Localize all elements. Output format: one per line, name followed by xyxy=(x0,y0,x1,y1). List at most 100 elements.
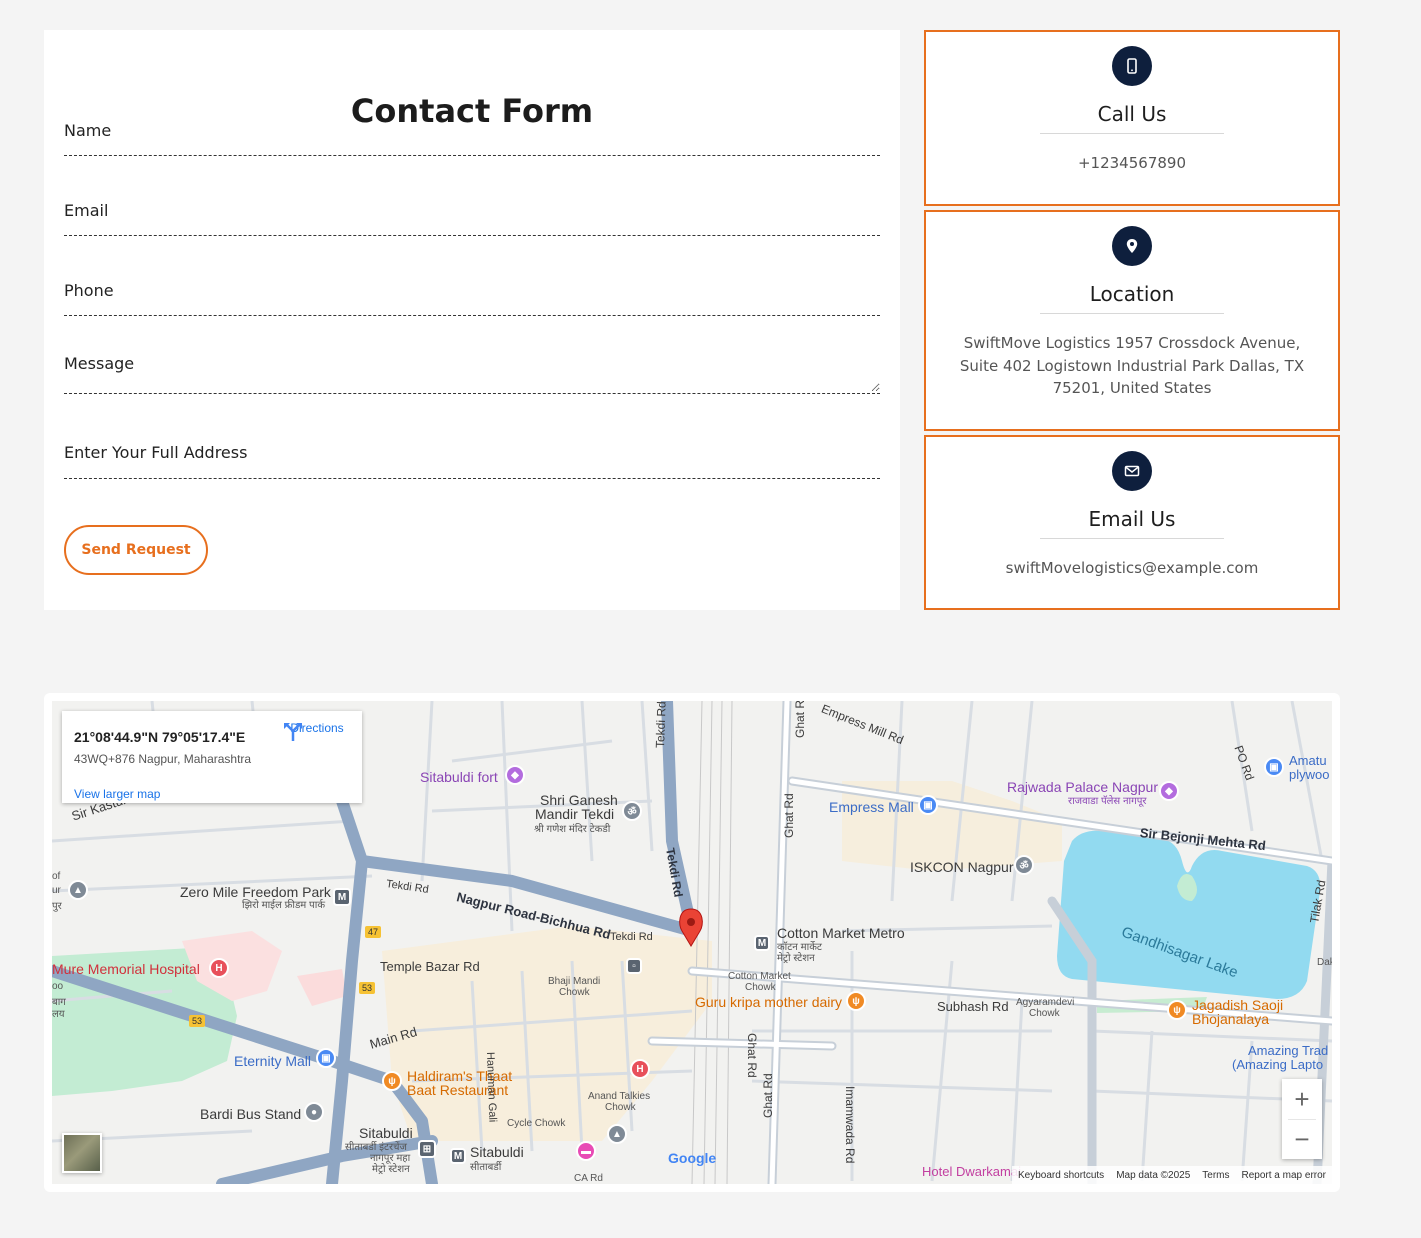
map-label-cycle-chowk: Cycle Chowk xyxy=(507,1118,566,1129)
map-label-jagadish-2: Bhojanalaya xyxy=(1192,1011,1270,1027)
road-shield-53b: 53 xyxy=(189,1015,206,1027)
map-label-zero-mile-hi: झिरो माईल फ्रीडम पार्क xyxy=(242,900,326,911)
map-label-amazing-1[interactable]: Amazing Trad xyxy=(1248,1043,1328,1058)
map-label-hotel-dwarkamai[interactable]: Hotel Dwarkamai xyxy=(922,1164,1021,1179)
map-label-sitabuldi-2[interactable]: Sitabuldi xyxy=(470,1144,524,1160)
map-label-ghat-rd-4: Ghat Rd xyxy=(793,701,807,738)
divider xyxy=(1040,313,1224,314)
view-larger-map-link[interactable]: View larger map xyxy=(74,787,160,801)
map-label-agyaram-1: Agyaramdevi xyxy=(1016,997,1075,1008)
restaurant-icon-3[interactable]: ψ xyxy=(1167,1000,1187,1020)
map-data-text: Map data ©2025 xyxy=(1116,1169,1191,1181)
map-label-bardi-bus[interactable]: Bardi Bus Stand xyxy=(200,1106,301,1122)
bus-stop-icon[interactable]: ▫ xyxy=(626,958,642,974)
map-label-subhash: Subhash Rd xyxy=(937,999,1009,1014)
map-label-empress-mall[interactable]: Empress Mall xyxy=(829,799,914,815)
map-label-anand-2: Chowk xyxy=(605,1102,636,1113)
hotel-icon[interactable]: ▬ xyxy=(576,1141,596,1161)
tourist-attraction-icon-2[interactable]: ◆ xyxy=(1159,781,1179,801)
map-label-ghat-rd-3: Ghat Rd xyxy=(782,793,796,838)
map-label-bhaji-mandi-2: Chowk xyxy=(559,987,590,998)
road-shield-47: 47 xyxy=(365,926,382,938)
map-coordinates: 21°08'44.9"N 79°05'17.4"E xyxy=(74,729,246,745)
email-us-card: Email Us swiftMovelogistics@example.com xyxy=(924,435,1340,610)
email-address: swiftMovelogistics@example.com xyxy=(1005,559,1259,577)
divider xyxy=(1040,538,1224,539)
location-pin-icon xyxy=(1112,226,1152,266)
map-label-cotton-metro-hi2: मेट्रो स्टेशन xyxy=(777,953,815,964)
call-us-card: Call Us +1234567890 xyxy=(924,30,1340,206)
address-input[interactable] xyxy=(64,442,880,462)
google-map[interactable]: Sitabuldi fort ◆ Shri Ganesh Mandir Tekd… xyxy=(52,701,1332,1184)
name-input[interactable] xyxy=(64,120,880,140)
map-label-amatu-1[interactable]: Amatu xyxy=(1289,753,1327,768)
metro-icon-2[interactable]: M xyxy=(450,1148,466,1164)
terms-link[interactable]: Terms xyxy=(1202,1170,1229,1181)
map-label-cotton-chowk-2: Chowk xyxy=(745,982,776,993)
map-label-sitabuldi-ic-hi3: मेट्रो स्टेशन xyxy=(372,1164,410,1175)
restaurant-icon[interactable]: ψ xyxy=(382,1071,402,1091)
temple-icon[interactable]: ॐ xyxy=(622,801,642,821)
message-field-wrapper xyxy=(64,354,880,394)
message-textarea[interactable] xyxy=(64,354,880,392)
map-label-mure-hospital[interactable]: Mure Memorial Hospital xyxy=(52,961,200,977)
map-label-left-pur: पुर xyxy=(52,901,62,912)
map-label-hanuman-gali: Hanuman Gali xyxy=(484,1051,499,1123)
map-label-mandir-tekdi: Mandir Tekdi xyxy=(535,806,615,822)
train-icon[interactable]: ⊞ xyxy=(418,1140,436,1158)
map-label-ghat-rd-2: Ghat Rd xyxy=(761,1073,775,1118)
tourist-attraction-icon[interactable]: ◆ xyxy=(505,765,525,785)
map-label-shri-ganesh-hi: श्री गणेश मंदिर टेकडी xyxy=(534,824,611,835)
map-label-dak: Dak xyxy=(1317,957,1332,968)
map-label-iskcon[interactable]: ISKCON Nagpur xyxy=(910,859,1013,875)
shopping-icon[interactable]: ▣ xyxy=(316,1048,336,1068)
metro-icon-3[interactable]: M xyxy=(754,935,770,951)
shopping-icon-3[interactable]: ▣ xyxy=(1264,757,1284,777)
directions-button[interactable]: Directions xyxy=(282,721,352,741)
google-logo: Google xyxy=(668,1150,717,1166)
zoom-in-button[interactable]: + xyxy=(1282,1079,1322,1119)
map-label-temple-bazar: Temple Bazar Rd xyxy=(380,959,480,974)
restaurant-icon-2[interactable]: ψ xyxy=(846,991,866,1011)
email-us-title: Email Us xyxy=(1088,507,1176,531)
map-label-amatu-2: plywoo xyxy=(1289,767,1330,782)
send-request-button[interactable]: Send Request xyxy=(64,525,208,575)
email-field-wrapper xyxy=(64,200,880,236)
road-shield-53a: 53 xyxy=(359,982,376,994)
map-label-left-oo: oo xyxy=(52,981,64,992)
school-icon[interactable]: ▲ xyxy=(607,1124,627,1144)
location-card: Location SwiftMove Logistics 1957 Crossd… xyxy=(924,210,1340,431)
address-field-wrapper xyxy=(64,442,880,479)
map-label-ca-rd: CA Rd xyxy=(574,1173,603,1184)
satellite-layer-toggle[interactable] xyxy=(62,1133,102,1173)
divider xyxy=(1040,133,1224,134)
name-field-wrapper xyxy=(64,120,880,156)
email-input[interactable] xyxy=(64,200,880,220)
phone-input[interactable] xyxy=(64,280,880,300)
map-label-guru-kripa[interactable]: Guru kripa mother dairy xyxy=(695,994,842,1010)
phone-icon xyxy=(1112,46,1152,86)
bus-stand-icon[interactable]: ● xyxy=(304,1102,324,1122)
call-us-title: Call Us xyxy=(1097,102,1167,126)
hospital-icon[interactable]: H xyxy=(209,958,229,978)
map-address: 43WQ+876 Nagpur, Maharashtra xyxy=(74,752,252,766)
metro-icon[interactable]: M xyxy=(333,888,351,906)
map-label-sitabuldi-fort[interactable]: Sitabuldi fort xyxy=(420,769,498,785)
contact-form-card: Contact Form Send Request xyxy=(44,30,900,610)
map-label-amazing-2: (Amazing Lapto xyxy=(1232,1057,1324,1072)
keyboard-shortcuts-link[interactable]: Keyboard shortcuts xyxy=(1018,1170,1104,1181)
map-attribution: Keyboard shortcuts Map data ©2025 Terms … xyxy=(1012,1166,1332,1184)
hospital-icon-2[interactable]: H xyxy=(630,1059,650,1079)
map-label-sitabuldi-2-hi: सीताबर्डी xyxy=(470,1162,502,1173)
report-error-link[interactable]: Report a map error xyxy=(1242,1170,1326,1181)
map-label-anand-1: Anand Talkies xyxy=(588,1091,651,1102)
shopping-icon-2[interactable]: ▣ xyxy=(918,795,938,815)
map-label-eternity-mall[interactable]: Eternity Mall xyxy=(234,1053,311,1069)
school-icon-2[interactable]: ▲ xyxy=(68,880,88,900)
temple-icon-2[interactable]: ॐ xyxy=(1014,855,1034,875)
map-label-left-ur: ur xyxy=(52,885,61,896)
zoom-out-button[interactable]: − xyxy=(1282,1119,1322,1159)
location-title: Location xyxy=(1089,282,1175,306)
directions-icon xyxy=(284,723,302,741)
map-label-cotton-chowk-1: Cotton Market xyxy=(728,971,791,982)
